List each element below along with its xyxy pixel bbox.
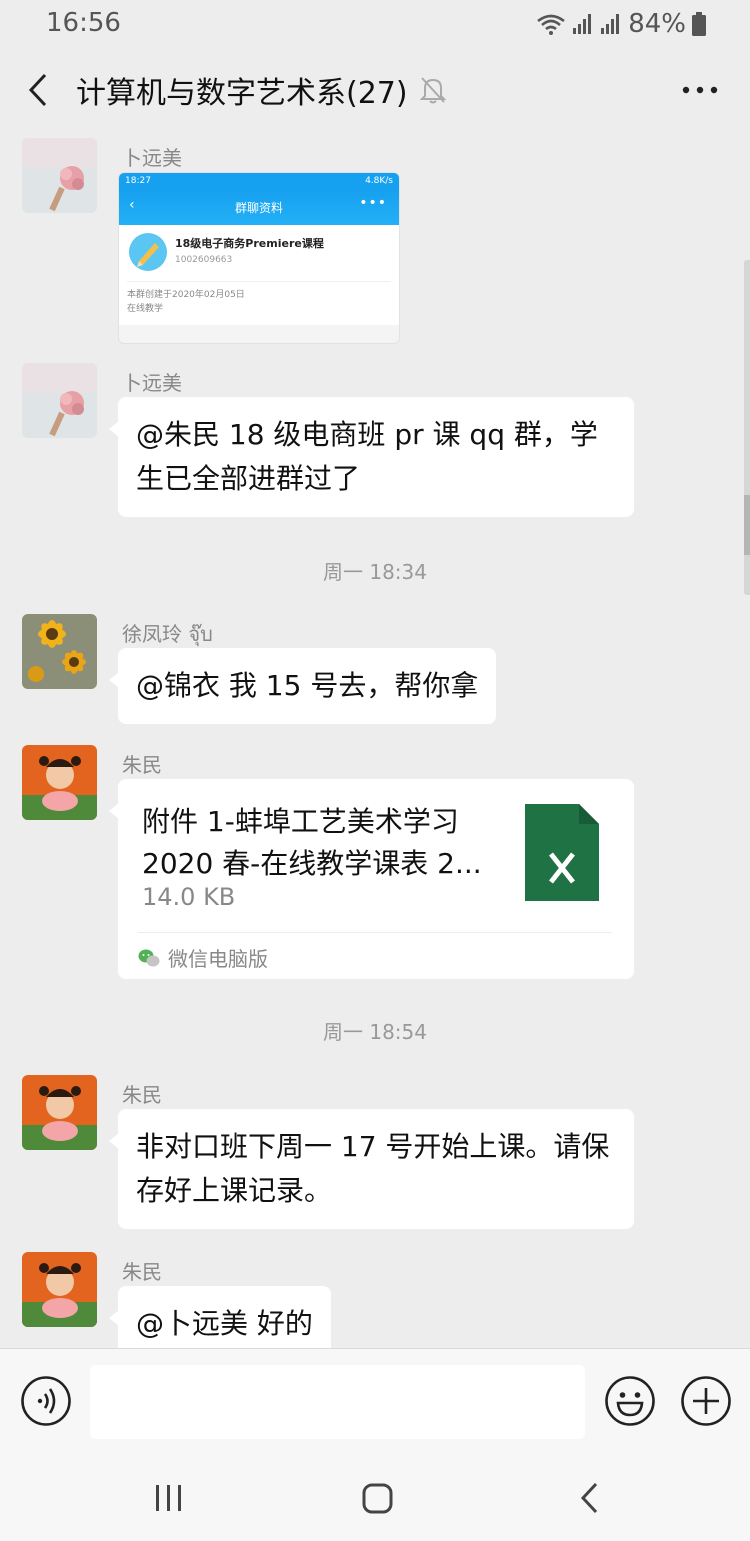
more-button[interactable] (680, 72, 720, 108)
plus-icon (681, 1376, 731, 1426)
screenshot-time: 18:27 (125, 176, 151, 186)
recents-button[interactable] (154, 1480, 184, 1520)
avatar[interactable] (22, 1252, 97, 1327)
file-message-card[interactable]: 附件 1-蚌埠工艺美术学习2020 春-在线教学课表 2... 14.0 KB … (109, 779, 634, 979)
sender-name: 朱民 (122, 1083, 162, 1107)
screenshot-back-icon: ‹ (129, 197, 135, 213)
recents-icon (156, 1485, 181, 1511)
back-button[interactable] (18, 66, 58, 114)
sender-name: 卜远美 (122, 371, 182, 395)
status-time: 16:56 (46, 8, 121, 38)
avatar-portrait-image (22, 1252, 97, 1327)
more-icon (682, 86, 718, 94)
avatar[interactable] (22, 138, 97, 213)
message-bubble[interactable]: @锦衣 我 15 号去，帮你拿 (108, 648, 497, 724)
voice-icon (21, 1376, 71, 1426)
avatar[interactable] (22, 614, 97, 689)
chat-header: 计算机与数字艺术系(27) (0, 48, 750, 132)
chat-title: 计算机与数字艺术系(27) (76, 76, 408, 111)
signal-icon (573, 14, 592, 34)
input-bar (0, 1348, 750, 1454)
screenshot-group-id: 1002609663 (175, 255, 233, 265)
file-name: 附件 1-蚌埠工艺美术学习2020 春-在线教学课表 2... (142, 805, 482, 880)
screenshot-teaching-mode: 在线教学 (127, 304, 164, 314)
emoji-button[interactable] (604, 1375, 656, 1431)
group-avatar-pencil-icon (129, 233, 167, 271)
screenshot-header-title: 群聊资料 (234, 200, 283, 215)
time-separator: 周一 18:34 (323, 560, 427, 584)
back-icon (28, 73, 47, 107)
back-icon (580, 1482, 598, 1514)
wifi-icon (537, 14, 565, 35)
avatar-flower-sea-image (22, 138, 97, 213)
system-navigation-bar (0, 1454, 750, 1541)
sender-name: 朱民 (122, 753, 162, 777)
more-functions-button[interactable] (680, 1375, 732, 1431)
battery-icon (692, 12, 706, 36)
screenshot-created-date: 本群创建于2020年02月05日 (127, 290, 245, 300)
screenshot-more-icon: ••• (359, 195, 387, 211)
wechat-pc-icon (138, 949, 160, 966)
sender-name: 卜远美 (122, 146, 182, 170)
message-input[interactable] (90, 1365, 585, 1439)
screenshot-body: 18级电子商务Premiere课程 1002609663 本群创建于2020年0… (119, 225, 399, 325)
avatar-portrait-image (22, 745, 97, 820)
avatar[interactable] (22, 745, 97, 820)
home-icon (362, 1483, 393, 1514)
status-indicators: 84% (536, 8, 706, 40)
divider (127, 281, 391, 282)
battery-level: 84% (628, 9, 686, 39)
screenshot-net-speed: 4.8K/s (365, 176, 393, 186)
file-size: 14.0 KB (142, 883, 236, 911)
screenshot-group-name: 18级电子商务Premiere课程 (175, 237, 324, 250)
avatar-portrait-image (22, 1075, 97, 1150)
avatar-flower-sea-image (22, 363, 97, 438)
signal-icon (601, 14, 620, 34)
excel-file-icon (525, 804, 599, 901)
status-bar: 16:56 84% (0, 0, 750, 48)
divider (138, 932, 612, 933)
home-button[interactable] (361, 1480, 395, 1520)
scrollbar-thumb[interactable] (744, 495, 750, 555)
screenshot-status-bar: 18:27 4.8K/s (119, 173, 399, 189)
time-separator: 周一 18:54 (323, 1020, 427, 1044)
message-bubble[interactable]: 非对口班下周一 17 号开始上课。请保存好上课记录。 (109, 1109, 634, 1229)
sender-name: 朱民 (122, 1260, 162, 1284)
mute-bell-icon (420, 77, 446, 104)
system-back-button[interactable] (578, 1480, 602, 1520)
screenshot-header: ‹ 群聊资料 ••• (119, 189, 399, 225)
avatar[interactable] (22, 363, 97, 438)
file-source: 微信电脑版 (138, 943, 268, 972)
emoji-icon (605, 1376, 655, 1426)
image-message-thumbnail[interactable]: 18:27 4.8K/s ‹ 群聊资料 ••• 18级电子商务Premiere课… (118, 172, 400, 344)
file-source-label: 微信电脑版 (168, 947, 268, 971)
avatar-sunflower-image (22, 614, 97, 689)
voice-button[interactable] (20, 1375, 72, 1431)
sender-name: 徐凤玲 จุ๊บ (122, 622, 213, 646)
message-bubble[interactable]: @朱民 18 级电商班 pr 课 qq 群，学生已全部进群过了 (109, 397, 634, 517)
avatar[interactable] (22, 1075, 97, 1150)
